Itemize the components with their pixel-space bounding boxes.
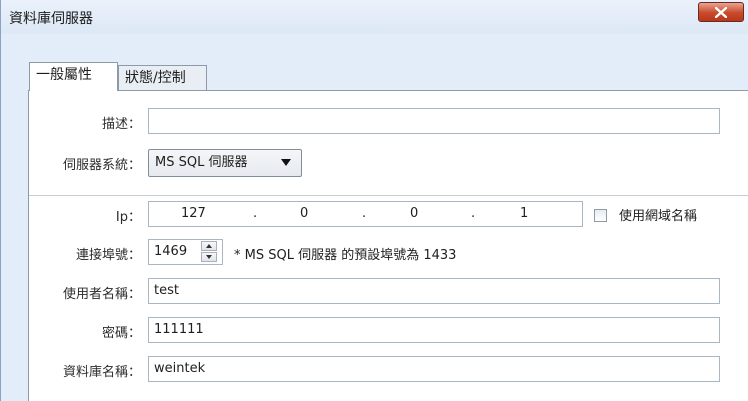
ip-dot-1: .	[253, 206, 258, 221]
close-button[interactable]	[698, 2, 744, 22]
ip-octet-4[interactable]: 1	[520, 202, 528, 226]
server-system-value: MS SQL 伺服器	[155, 155, 248, 170]
general-properties-panel: 描述： 伺服器系統： MS SQL 伺服器 Ip： 127 . 0 . 0 . …	[28, 90, 748, 401]
port-default-note: * MS SQL 伺服器 的預設埠號為 1433	[234, 248, 457, 263]
password-field[interactable]: 111111	[148, 317, 720, 343]
description-label: 描述：	[101, 117, 141, 132]
port-value: 1469	[154, 244, 188, 259]
ip-octet-3[interactable]: 0	[410, 202, 418, 226]
use-domain-name-checkbox[interactable]	[594, 209, 607, 222]
username-field[interactable]: test	[148, 278, 720, 304]
title-bar[interactable]: 資料庫伺服器	[1, 0, 748, 34]
database-field[interactable]: weintek	[148, 356, 720, 382]
dialog-window: 資料庫伺服器 一般屬性 狀態/控制 描述： 伺服器系統： MS SQL 伺服器 …	[0, 0, 748, 401]
password-label: 密碼：	[101, 326, 141, 341]
ip-octet-1[interactable]: 127	[181, 202, 206, 226]
tab-general-properties[interactable]: 一般屬性	[29, 62, 118, 91]
ip-label: Ip：	[115, 210, 141, 225]
server-system-label: 伺服器系統：	[62, 158, 141, 173]
spin-down-icon[interactable]	[201, 252, 217, 262]
tab-status-control[interactable]: 狀態/控制	[118, 65, 207, 90]
separator	[29, 195, 748, 196]
ip-octet-2[interactable]: 0	[300, 202, 308, 226]
port-spinner[interactable]	[201, 241, 219, 263]
server-system-select[interactable]: MS SQL 伺服器	[148, 149, 302, 177]
description-field[interactable]	[148, 108, 720, 134]
ip-dot-3: .	[471, 206, 476, 221]
username-label: 使用者名稱：	[62, 287, 141, 302]
ip-dot-2: .	[362, 206, 367, 221]
dropdown-arrow-icon	[281, 159, 291, 166]
use-domain-name-label[interactable]: 使用網域名稱	[619, 205, 697, 224]
spin-up-icon[interactable]	[201, 241, 217, 251]
database-label: 資料庫名稱：	[62, 365, 141, 380]
ip-address-field[interactable]: 127 . 0 . 0 . 1	[148, 201, 583, 227]
port-label: 連接埠號：	[75, 248, 141, 263]
window-title: 資料庫伺服器	[9, 11, 93, 27]
close-icon	[715, 7, 727, 18]
